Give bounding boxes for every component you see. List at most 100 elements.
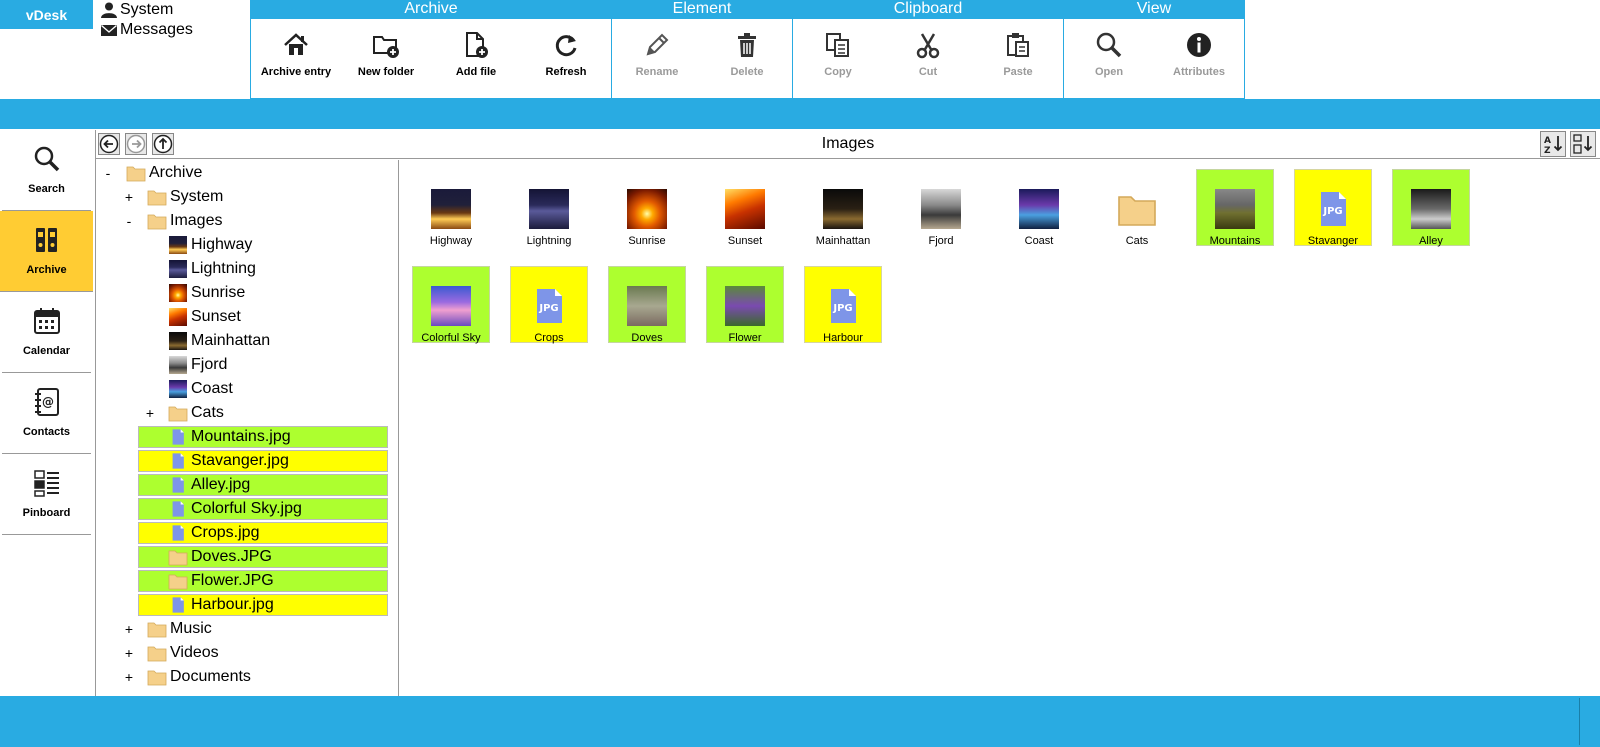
tree-node[interactable]: Mainhattan — [96, 329, 398, 353]
grid-item[interactable]: Lightning — [510, 169, 588, 247]
grid-item-thumb — [431, 189, 471, 229]
grid-item[interactable]: JPG Crops — [510, 266, 588, 344]
tree-node[interactable]: Doves.JPG — [96, 545, 398, 569]
tree-node[interactable]: Crops.jpg — [96, 521, 398, 545]
tree-node[interactable]: Coast — [96, 377, 398, 401]
expand-toggle[interactable]: + — [144, 405, 156, 421]
grid-item-thumb — [921, 189, 961, 229]
tree-node[interactable]: Fjord — [96, 353, 398, 377]
image-thumbnail — [169, 308, 187, 326]
grid-item[interactable]: Flower — [706, 266, 784, 344]
tree-node-icon — [168, 596, 188, 614]
refresh-button[interactable]: Refresh — [521, 19, 611, 99]
collapse-toggle[interactable]: - — [123, 213, 135, 229]
tree-node-label: Lightning — [191, 260, 256, 277]
new-folder-button[interactable]: New folder — [341, 19, 431, 99]
folder-icon — [147, 670, 167, 686]
tree-node[interactable]: Harbour.jpg — [96, 593, 398, 617]
tree-node[interactable]: Colorful Sky.jpg — [96, 497, 398, 521]
tree-node[interactable]: - Archive — [96, 161, 398, 185]
image-thumbnail — [921, 189, 961, 229]
archive-entry-button[interactable]: Archive entry — [251, 19, 341, 99]
jpg-file-icon: JPG — [537, 289, 562, 323]
grid-item[interactable]: Mainhattan — [804, 169, 882, 247]
grid-item[interactable]: Sunrise — [608, 169, 686, 247]
grid-item[interactable]: Fjord — [902, 169, 980, 247]
tree-node-icon — [168, 548, 188, 566]
button-label: Paste — [1003, 66, 1033, 78]
grid-item-thumb: JPG — [823, 286, 863, 326]
grid-item[interactable]: Coast — [1000, 169, 1078, 247]
button-label: Copy — [824, 66, 852, 78]
tree-node[interactable]: Lightning — [96, 257, 398, 281]
tree-node[interactable]: Highway — [96, 233, 398, 257]
grid-item-label: Cats — [1125, 235, 1149, 247]
up-button[interactable] — [152, 133, 174, 155]
open-button[interactable]: Open — [1064, 19, 1154, 99]
tree-node[interactable]: + Documents — [96, 665, 398, 689]
nav-label: Archive — [26, 264, 67, 276]
tree-node[interactable]: Sunset — [96, 305, 398, 329]
image-thumbnail — [169, 284, 187, 302]
nav-label: Contacts — [22, 426, 71, 438]
nav-calendar[interactable]: Calendar — [2, 292, 91, 373]
nav-contacts[interactable]: @ Contacts — [2, 373, 91, 454]
tree-node[interactable]: Flower.JPG — [96, 569, 398, 593]
expand-toggle[interactable]: + — [123, 645, 135, 661]
delete-button[interactable]: Delete — [702, 19, 792, 99]
tree-node[interactable]: + Music — [96, 617, 398, 641]
grid-item[interactable]: Cats — [1098, 169, 1176, 247]
copy-button[interactable]: Copy — [793, 19, 883, 99]
grid-item-label: Highway — [429, 235, 473, 247]
nav-archive[interactable]: Archive — [0, 211, 93, 292]
tree-node[interactable]: Sunrise — [96, 281, 398, 305]
expand-toggle[interactable]: + — [123, 189, 135, 205]
grid-item[interactable]: Alley — [1392, 169, 1470, 247]
tree-node[interactable]: + Cats — [96, 401, 398, 425]
nav-search[interactable]: Search — [2, 130, 91, 211]
tree-node[interactable]: Alley.jpg — [96, 473, 398, 497]
sort-type-button[interactable] — [1570, 131, 1596, 157]
tree-node-label: System — [170, 188, 224, 205]
tree-node-label: Documents — [170, 668, 251, 685]
add-file-button[interactable]: Add file — [431, 19, 521, 99]
tree-node[interactable]: - Images — [96, 209, 398, 233]
scissors-icon — [916, 33, 940, 59]
image-thumbnail — [1019, 189, 1059, 229]
system-link[interactable]: System — [100, 0, 193, 20]
back-button[interactable] — [98, 133, 120, 155]
tree-node-icon — [168, 476, 188, 494]
folder-icon — [147, 214, 167, 230]
grid-item[interactable]: JPG Harbour — [804, 266, 882, 344]
expand-toggle[interactable]: + — [123, 621, 135, 637]
ribbon-group-title: Archive — [251, 0, 611, 19]
forward-button[interactable] — [125, 133, 147, 155]
ribbon-group-element: Element Rename Delete — [612, 0, 793, 99]
image-thumbnail — [529, 189, 569, 229]
grid-item[interactable]: Mountains — [1196, 169, 1274, 247]
expand-toggle[interactable]: + — [123, 669, 135, 685]
tree-node-label: Crops.jpg — [191, 524, 260, 541]
collapse-toggle[interactable]: - — [102, 165, 114, 181]
rename-button[interactable]: Rename — [612, 19, 702, 99]
image-thumbnail — [169, 332, 187, 350]
tree-node[interactable]: Stavanger.jpg — [96, 449, 398, 473]
paste-button[interactable]: Paste — [973, 19, 1063, 99]
cut-button[interactable]: Cut — [883, 19, 973, 99]
messages-link[interactable]: Messages — [100, 20, 193, 40]
attributes-button[interactable]: Attributes — [1154, 19, 1244, 99]
jpg-file-icon — [172, 501, 184, 517]
grid-item[interactable]: JPG Stavanger — [1294, 169, 1372, 247]
nav-pinboard[interactable]: Pinboard — [2, 454, 91, 535]
grid-item[interactable]: Colorful Sky — [412, 266, 490, 344]
tree-node[interactable]: + Videos — [96, 641, 398, 665]
archive-browser: Images AZ - Archive + System - Images Highway L… — [95, 130, 1600, 696]
jpg-file-icon: JPG — [831, 289, 856, 323]
grid-item-thumb — [627, 189, 667, 229]
grid-item[interactable]: Sunset — [706, 169, 784, 247]
grid-item[interactable]: Highway — [412, 169, 490, 247]
tree-node[interactable]: Mountains.jpg — [96, 425, 398, 449]
tree-node[interactable]: + System — [96, 185, 398, 209]
sort-alpha-button[interactable]: AZ — [1540, 131, 1566, 157]
grid-item[interactable]: Doves — [608, 266, 686, 344]
